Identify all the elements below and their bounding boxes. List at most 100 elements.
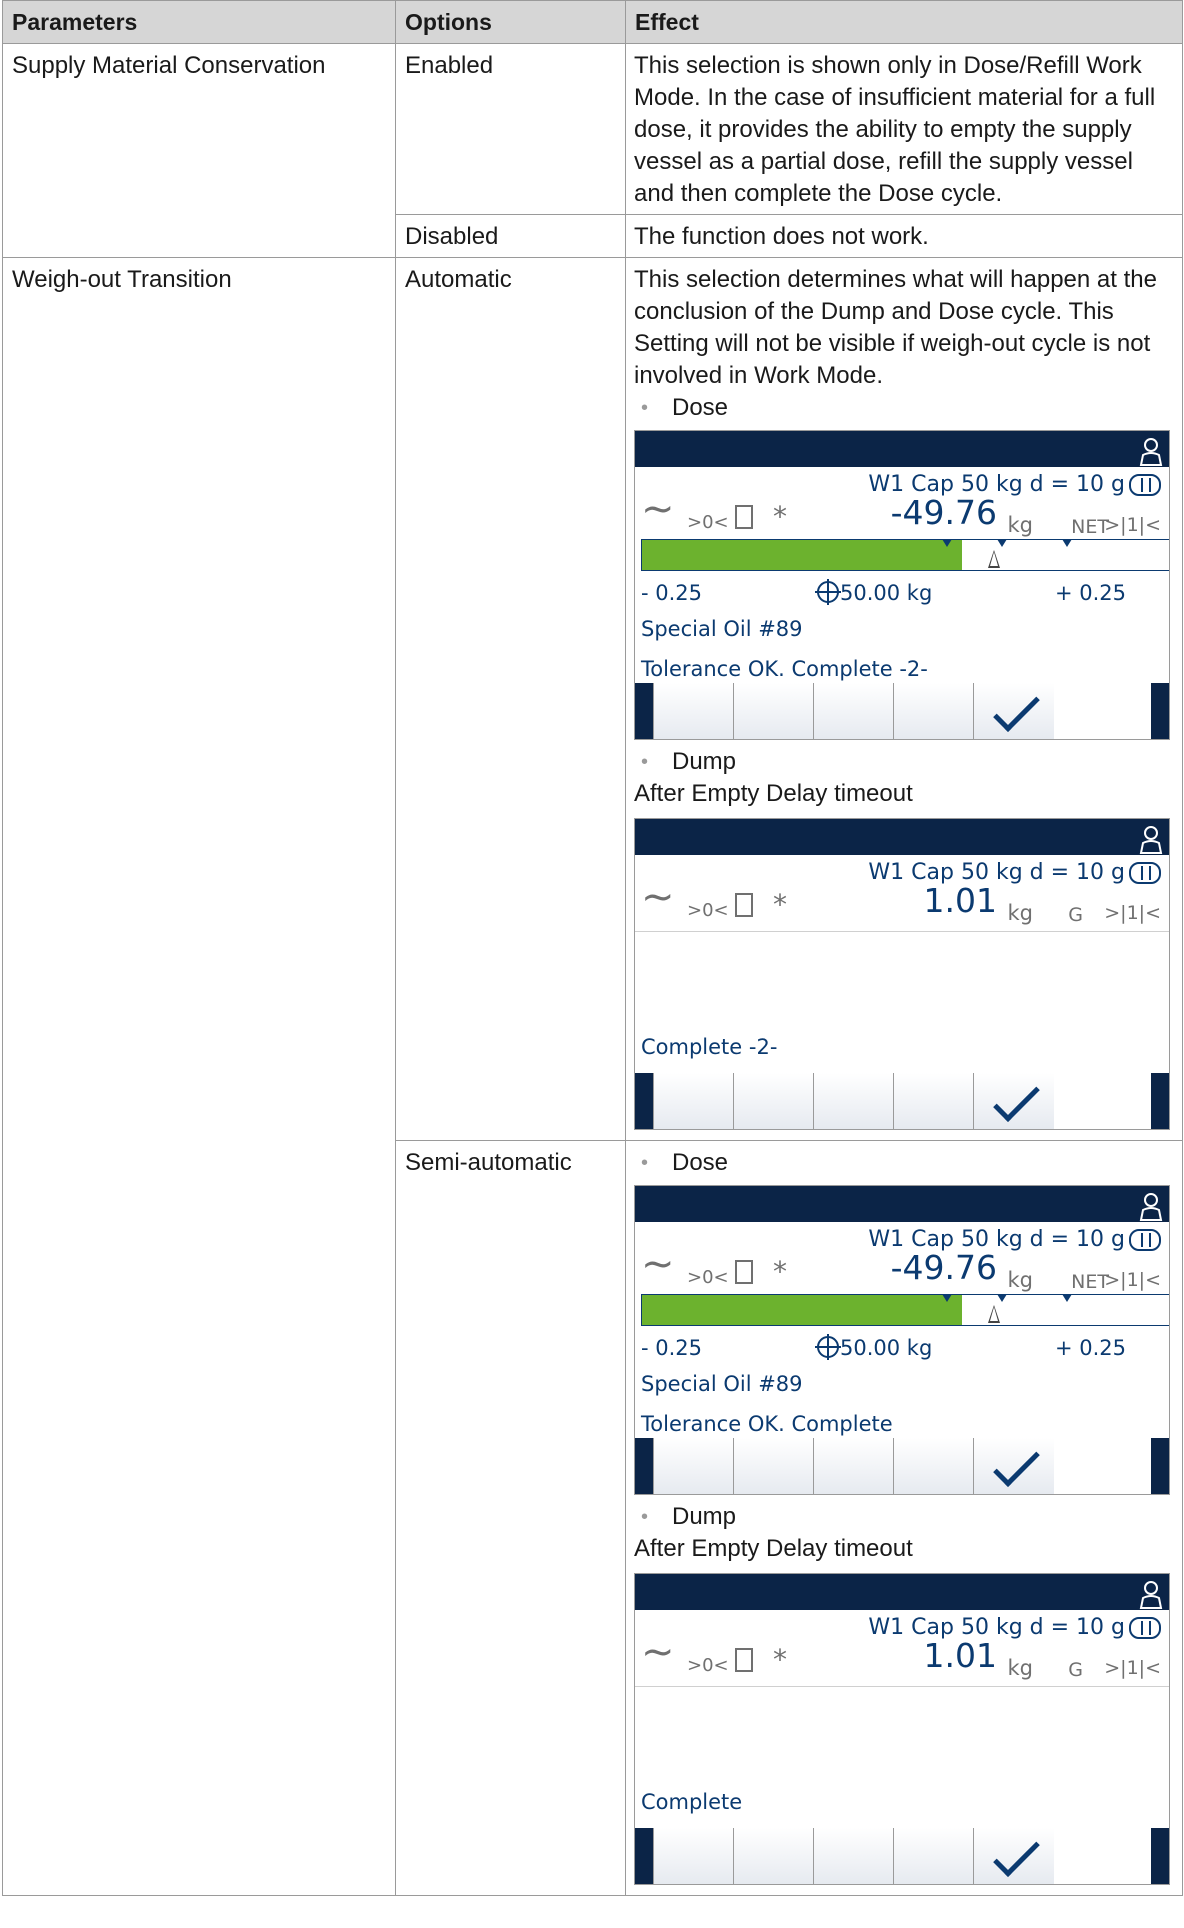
tare-icon <box>735 505 753 529</box>
material-name: Special Oil #89 <box>641 1372 803 1396</box>
softkey[interactable] <box>893 1073 974 1129</box>
divider <box>635 931 1169 932</box>
parameters-table: Parameters Options Effect Supply Materia… <box>2 0 1183 1896</box>
weight-display: 1.01 <box>923 1636 997 1675</box>
table-row: Weigh-out Transition Automatic This sele… <box>2 257 1183 1896</box>
softkey-edge-left <box>635 1073 653 1129</box>
softkey[interactable] <box>733 683 814 739</box>
weight-unit: kg <box>1007 1268 1034 1292</box>
status-message: Complete -2- <box>641 1035 778 1059</box>
target-marker <box>997 1294 1007 1302</box>
softkey[interactable] <box>733 1828 814 1884</box>
option-cell: Semi-automatic <box>395 1140 626 1896</box>
softkey[interactable] <box>893 683 974 739</box>
header-parameters: Parameters <box>2 0 396 44</box>
table-header-row: Parameters Options Effect <box>2 0 1183 44</box>
target-value: 50.00 kg <box>815 1332 933 1364</box>
progress-bar <box>641 1294 1169 1326</box>
user-icon <box>1139 1581 1163 1609</box>
bullet-label: Dose <box>672 394 729 421</box>
softkey[interactable] <box>653 1073 734 1129</box>
terminal-screen-auto-dose: W1 Cap 50 kg d = 10 g ~ >0< * -49.76 kg NET >|1… <box>634 430 1170 740</box>
parameter-cell: Weigh-out Transition <box>2 257 396 1896</box>
after-delay-text: After Empty Delay timeout <box>634 780 913 807</box>
motion-icon: ~ <box>641 874 675 920</box>
target-pointer <box>988 1305 1000 1323</box>
zero-icon: >0< <box>687 900 729 921</box>
softkey[interactable] <box>813 683 894 739</box>
target-value: 50.00 kg <box>815 577 933 609</box>
tare-icon <box>735 1648 753 1672</box>
softkey[interactable] <box>893 1828 974 1884</box>
option-cell: Enabled <box>395 43 626 215</box>
tolerance-marker-high <box>1062 1294 1072 1302</box>
progress-fill <box>642 540 963 570</box>
effect-intro: This selection determines what will happ… <box>634 266 1157 389</box>
weight-display: -49.76 <box>890 493 997 532</box>
effect-cell: This selection determines what will happ… <box>625 257 1183 1141</box>
checkmark-icon <box>993 1440 1040 1487</box>
table-row: Supply Material Conservation Enabled Thi… <box>2 43 1183 258</box>
progress-bar <box>641 539 1169 571</box>
effect-cell: The function does not work. <box>625 214 1183 258</box>
weight-mode: G <box>1068 1659 1083 1681</box>
tolerance-marker-low <box>942 539 952 547</box>
effect-cell: • Dose W1 Cap 50 kg d = 10 g ~ >0< * -49.76 kg… <box>625 1140 1183 1896</box>
weight-row: ~ >0< * -49.76 kg NET >|1|< <box>635 1244 1169 1296</box>
weight-row: ~ >0< * 1.01 kg G >|1|< <box>635 1632 1169 1684</box>
softkey[interactable] <box>653 1438 734 1494</box>
softkey-ok[interactable] <box>973 683 1054 739</box>
tolerance-plus: + 0.25 <box>1055 1336 1127 1360</box>
screen-header-bar <box>635 819 1169 855</box>
star-icon: * <box>773 1643 787 1676</box>
softkey[interactable] <box>653 683 734 739</box>
weight-unit: kg <box>1007 901 1034 925</box>
target-text: 50.00 kg <box>840 1336 933 1360</box>
bullet-label: Dump <box>672 1503 737 1530</box>
screen-header-bar <box>635 431 1169 467</box>
tolerance-minus: - 0.25 <box>641 581 703 605</box>
tare-icon <box>735 1260 753 1284</box>
softkey-ok[interactable] <box>973 1073 1054 1129</box>
user-icon <box>1139 826 1163 854</box>
progress-fill <box>642 1295 963 1325</box>
status-message: Tolerance OK. Complete <box>641 1412 893 1436</box>
softkey-bar <box>635 1828 1169 1884</box>
bullet-dose: • Dose <box>641 394 729 421</box>
target-icon <box>815 1334 841 1360</box>
softkey[interactable] <box>813 1828 894 1884</box>
range-icon: >|1|< <box>1104 514 1161 536</box>
bullet-dose: • Dose <box>641 1149 729 1176</box>
weight-display: -49.76 <box>890 1248 997 1287</box>
screen-header-bar <box>635 1186 1169 1222</box>
range-icon: >|1|< <box>1104 1657 1161 1679</box>
star-icon: * <box>773 1255 787 1288</box>
terminal-screen-auto-dump: W1 Cap 50 kg d = 10 g ~ >0< * 1.01 kg G >|1|< Co… <box>634 818 1170 1130</box>
divider <box>635 1686 1169 1687</box>
softkey-ok[interactable] <box>973 1828 1054 1884</box>
softkey[interactable] <box>893 1438 974 1494</box>
softkey[interactable] <box>653 1828 734 1884</box>
header-effect: Effect <box>625 0 1183 44</box>
softkey[interactable] <box>813 1438 894 1494</box>
effect-cell: This selection is shown only in Dose/Ref… <box>625 43 1183 215</box>
softkey[interactable] <box>813 1073 894 1129</box>
status-message: Tolerance OK. Complete -2- <box>641 657 928 681</box>
screen-header-bar <box>635 1574 1169 1610</box>
checkmark-icon <box>993 1830 1040 1877</box>
softkey-ok[interactable] <box>973 1438 1054 1494</box>
softkey[interactable] <box>733 1438 814 1494</box>
softkey[interactable] <box>733 1073 814 1129</box>
parameter-cell: Supply Material Conservation <box>2 43 396 258</box>
weight-unit: kg <box>1007 513 1034 537</box>
motion-icon: ~ <box>641 486 675 532</box>
softkey-bar <box>635 1073 1169 1129</box>
scale-icon <box>1129 1617 1161 1639</box>
range-icon: >|1|< <box>1104 902 1161 924</box>
target-text: 50.00 kg <box>840 581 933 605</box>
checkmark-icon <box>993 685 1040 732</box>
option-cell: Disabled <box>395 214 626 258</box>
softkey-edge-left <box>635 1828 653 1884</box>
tolerance-plus: + 0.25 <box>1055 581 1127 605</box>
softkey-edge-right <box>1151 683 1169 739</box>
